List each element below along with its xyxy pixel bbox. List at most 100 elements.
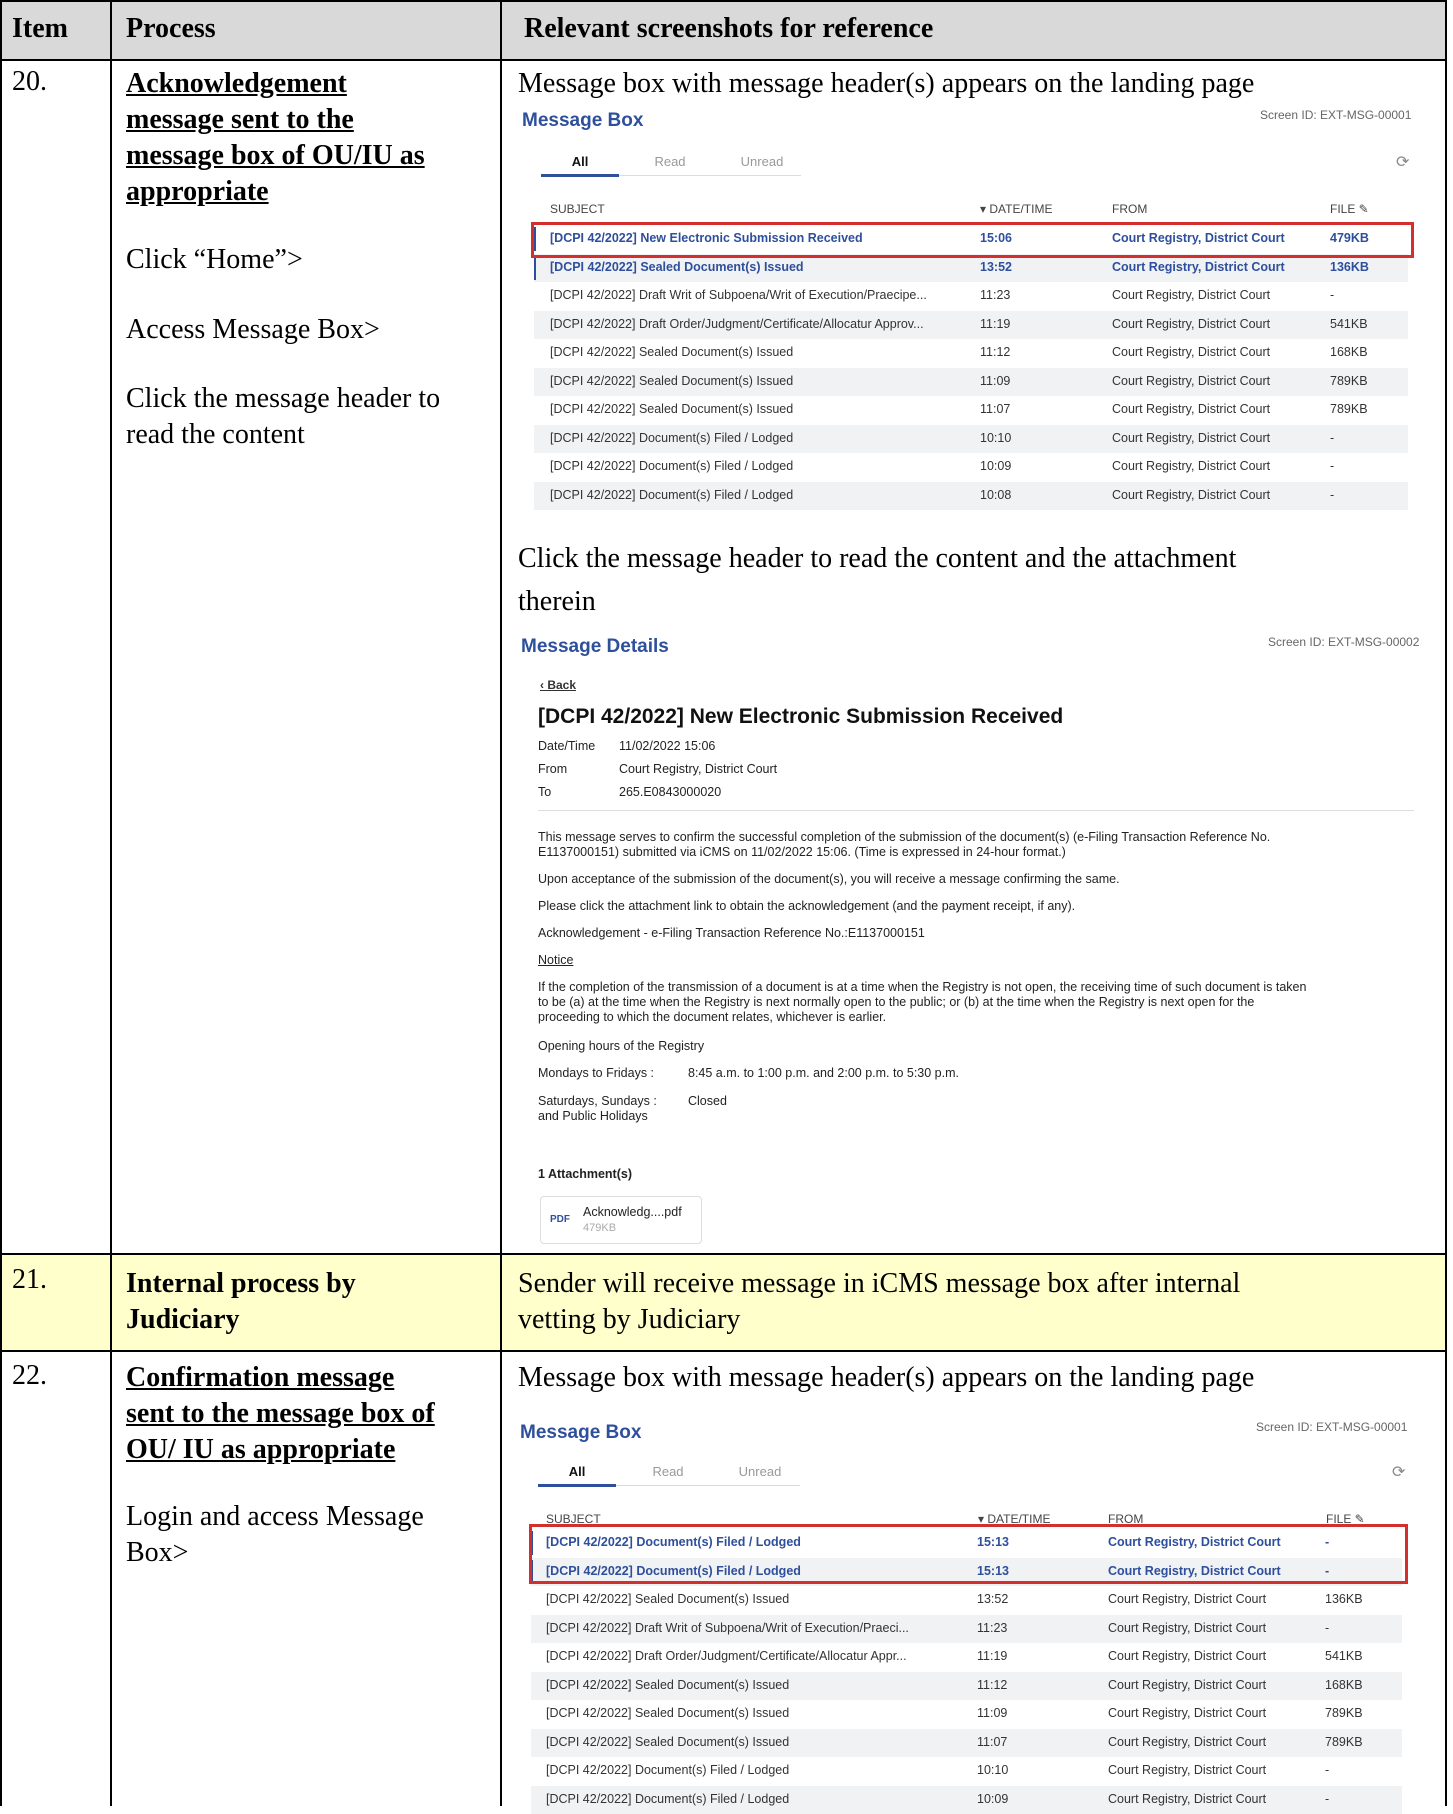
- weekdays-hours: 8:45 a.m. to 1:00 p.m. and 2:00 p.m. to …: [688, 1066, 959, 1080]
- message-subject: [DCPI 42/2022] Sealed Document(s) Issued: [546, 1677, 790, 1692]
- tab-unread[interactable]: Unread: [720, 154, 804, 169]
- tab-all[interactable]: All: [541, 154, 619, 169]
- message-time: 11:07: [980, 402, 1011, 416]
- message-time: 11:19: [977, 1649, 1008, 1663]
- col-from[interactable]: FROM: [1112, 202, 1147, 216]
- process-title: OU/ IU as appropriate: [126, 1434, 396, 1465]
- screenshot-caption: therein: [518, 586, 596, 617]
- meta-label: Date/Time: [538, 739, 596, 753]
- message-from: Court Registry, District Court: [1112, 459, 1271, 473]
- message-file: 136KB: [1330, 259, 1369, 274]
- message-subject: [DCPI 42/2022] Sealed Document(s) Issued: [546, 1592, 790, 1606]
- attachment-size: 479KB: [583, 1222, 617, 1234]
- process-step: Access Message Box>: [126, 314, 380, 345]
- tab-unread[interactable]: Unread: [718, 1464, 802, 1479]
- screen-id: Screen ID: EXT-MSG-00001: [1256, 1420, 1408, 1434]
- notice-text: to be (a) at the time when the Registry …: [538, 995, 1255, 1009]
- message-file: -: [1330, 487, 1335, 502]
- message-from: Court Registry, District Court: [1112, 373, 1271, 388]
- message-from: Court Registry, District Court: [1112, 259, 1285, 274]
- message-time: 13:52: [977, 1592, 1009, 1606]
- process-step: Click the message header to: [126, 383, 441, 414]
- message-from: Court Registry, District Court: [1108, 1677, 1267, 1692]
- message-row[interactable]: [DCPI 42/2022] Sealed Document(s) Issued…: [531, 1671, 1402, 1700]
- message-row[interactable]: [DCPI 42/2022] Sealed Document(s) Issued…: [531, 1586, 1402, 1614]
- rule: [0, 59, 1447, 61]
- col-datetime[interactable]: ▾ DATE/TIME: [980, 202, 1052, 216]
- message-subject: [DCPI 42/2022] Sealed Document(s) Issued: [546, 1734, 790, 1749]
- col-subject[interactable]: SUBJECT: [550, 202, 605, 216]
- header-process: Process: [126, 13, 216, 44]
- rule: [0, 0, 1447, 2]
- message-file: -: [1325, 1763, 1330, 1777]
- message-file: 136KB: [1325, 1592, 1363, 1606]
- weekdays-label: Mondays to Fridays :: [538, 1066, 655, 1080]
- process-title: Acknowledgement: [126, 68, 347, 99]
- refresh-icon[interactable]: ⟳: [1392, 1462, 1405, 1482]
- message-row[interactable]: [DCPI 42/2022] Sealed Document(s) Issued…: [534, 396, 1408, 424]
- message-from: Court Registry, District Court: [1112, 487, 1271, 502]
- message-time: 10:10: [977, 1763, 1009, 1777]
- message-row[interactable]: [DCPI 42/2022] Draft Writ of Subpoena/Wr…: [534, 282, 1408, 310]
- rule: [0, 1253, 1447, 1255]
- message-row[interactable]: [DCPI 42/2022] Sealed Document(s) Issued…: [534, 339, 1408, 367]
- tab-read[interactable]: Read: [630, 154, 710, 169]
- message-row[interactable]: [DCPI 42/2022] Document(s) Filed / Lodge…: [534, 481, 1408, 510]
- message-row[interactable]: [DCPI 42/2022] Draft Order/Judgment/Cert…: [534, 310, 1408, 339]
- highlight-box: [531, 222, 1414, 258]
- tab-all[interactable]: All: [538, 1464, 616, 1479]
- message-file: 168KB: [1325, 1677, 1363, 1692]
- active-tab-indicator: [541, 174, 619, 177]
- message-subject: [DCPI 42/2022] Sealed Document(s) Issued: [550, 345, 794, 359]
- item-number: 22.: [12, 1360, 47, 1391]
- message-row[interactable]: [DCPI 42/2022] Sealed Document(s) Issued…: [534, 367, 1408, 396]
- active-tab-indicator: [538, 1484, 616, 1487]
- message-subject: [DCPI 42/2022] Draft Order/Judgment/Cert…: [546, 1649, 907, 1663]
- message-time: 13:52: [980, 259, 1012, 274]
- message-details-title: Message Details: [521, 636, 669, 657]
- message-row[interactable]: [DCPI 42/2022] Document(s) Filed / Lodge…: [531, 1785, 1402, 1814]
- tab-read[interactable]: Read: [628, 1464, 708, 1479]
- message-subject: [DCPI 42/2022] Document(s) Filed / Lodge…: [550, 430, 794, 445]
- body-text: Upon acceptance of the submission of the…: [538, 872, 1120, 886]
- message-row[interactable]: [DCPI 42/2022] Document(s) Filed / Lodge…: [531, 1757, 1402, 1785]
- message-row[interactable]: [DCPI 42/2022] Document(s) Filed / Lodge…: [534, 453, 1408, 481]
- rule: [500, 0, 502, 1806]
- message-from: Court Registry, District Court: [1108, 1734, 1267, 1749]
- weekend-hours: Closed: [688, 1094, 727, 1108]
- message-row[interactable]: [DCPI 42/2022] Draft Writ of Subpoena/Wr…: [531, 1614, 1402, 1643]
- message-from: Court Registry, District Court: [1112, 316, 1271, 331]
- message-time: 11:07: [977, 1734, 1008, 1749]
- header-item: Item: [12, 13, 68, 44]
- meta-label: From: [538, 762, 568, 776]
- body-text: E1137000151) submitted via iCMS on 11/02…: [538, 845, 1066, 859]
- back-link[interactable]: ‹ Back: [540, 678, 576, 692]
- message-row[interactable]: [DCPI 42/2022] Sealed Document(s) Issued…: [531, 1728, 1402, 1757]
- message-from: Court Registry, District Court: [1108, 1620, 1267, 1635]
- message-row[interactable]: [DCPI 42/2022] Draft Order/Judgment/Cert…: [531, 1643, 1402, 1671]
- divider: [538, 810, 1414, 811]
- process-step: Click “Home”>: [126, 244, 303, 275]
- attachment-card[interactable]: PDF Acknowledg....pdf 479KB: [540, 1196, 702, 1244]
- message-file: -: [1330, 430, 1335, 445]
- message-time: 11:23: [977, 1620, 1008, 1635]
- weekend-label: and Public Holidays: [538, 1109, 648, 1123]
- message-subject: [DCPI 42/2022] Draft Order/Judgment/Cert…: [550, 316, 924, 331]
- message-file: -: [1330, 459, 1335, 473]
- message-subject: [DCPI 42/2022] Sealed Document(s) Issued: [550, 402, 794, 416]
- screenshot-caption: Message box with message header(s) appea…: [518, 1362, 1255, 1393]
- message-file: 541KB: [1325, 1649, 1363, 1663]
- screenshot-caption: Message box with message header(s) appea…: [518, 68, 1255, 99]
- item-number: 21.: [12, 1264, 47, 1295]
- message-row[interactable]: [DCPI 42/2022] Document(s) Filed / Lodge…: [534, 424, 1408, 453]
- message-subject: [DCPI 42/2022] Draft Writ of Subpoena/Wr…: [550, 288, 927, 302]
- message-from: Court Registry, District Court: [1112, 430, 1271, 445]
- message-file: 168KB: [1330, 345, 1368, 359]
- message-file: -: [1325, 1620, 1330, 1635]
- body-text: Please click the attachment link to obta…: [538, 899, 1076, 913]
- col-file[interactable]: FILE ✎: [1330, 202, 1369, 216]
- refresh-icon[interactable]: ⟳: [1396, 152, 1409, 172]
- rule: [0, 0, 2, 1806]
- attachment-name[interactable]: Acknowledg....pdf: [583, 1205, 682, 1219]
- message-row[interactable]: [DCPI 42/2022] Sealed Document(s) Issued…: [531, 1700, 1402, 1728]
